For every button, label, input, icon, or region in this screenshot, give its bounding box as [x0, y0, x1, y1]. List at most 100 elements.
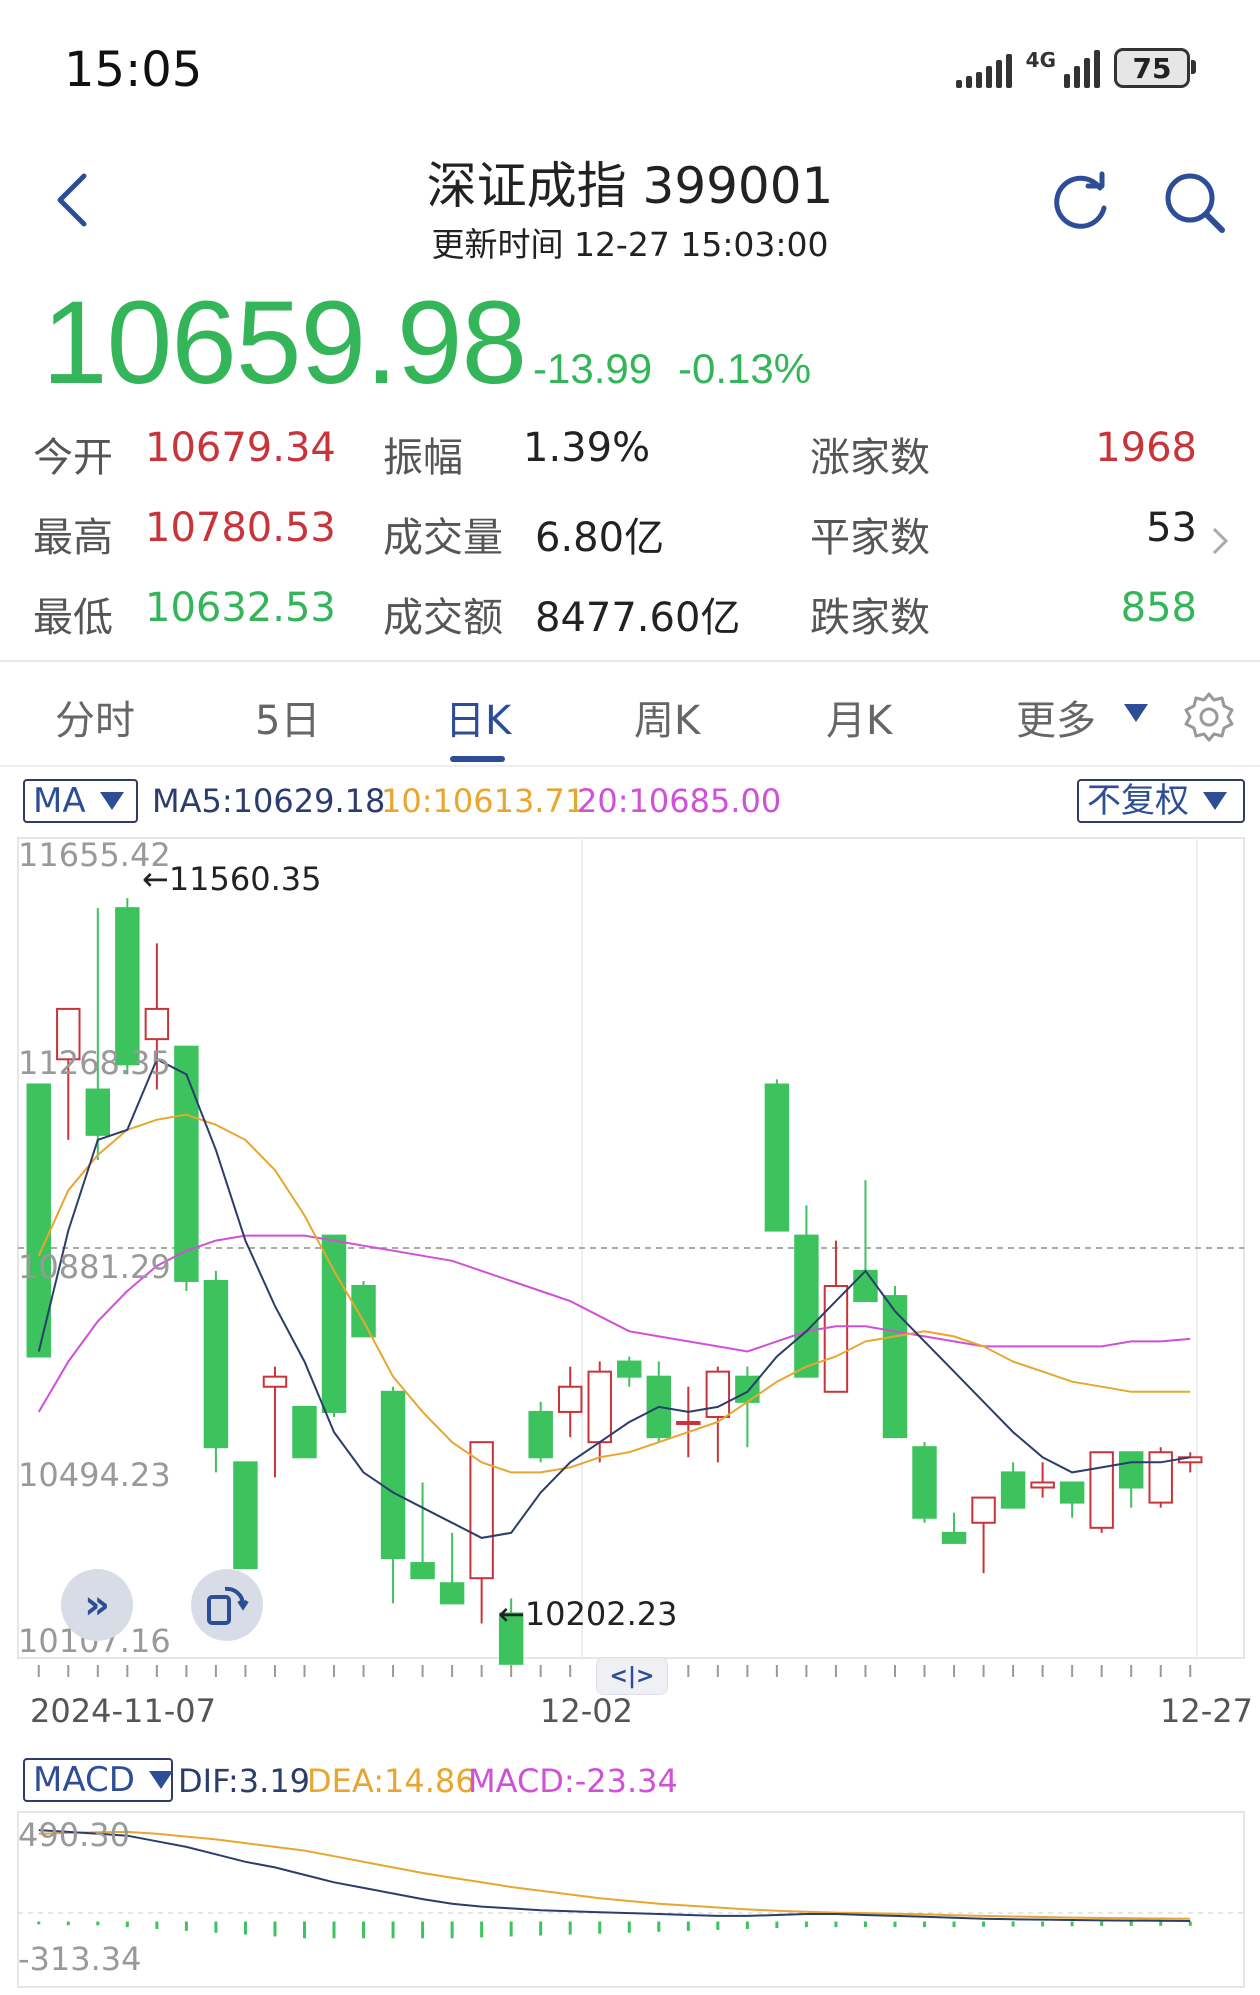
candle — [382, 1392, 404, 1558]
divider — [0, 660, 1260, 662]
high-value: 10780.53 — [145, 505, 336, 551]
candle — [618, 1362, 640, 1377]
price-change: -13.99 — [533, 345, 652, 393]
low-label: 最低 — [33, 585, 113, 643]
turnover-label: 成交额 — [383, 585, 503, 643]
dea-line — [39, 1832, 1190, 1919]
date-start: 2024-11-07 — [30, 1692, 216, 1730]
rotate-screen-icon — [205, 1583, 249, 1627]
candle — [972, 1498, 994, 1523]
down-count-label: 跌家数 — [810, 585, 930, 643]
y-label-4: 10494.23 — [18, 1456, 171, 1494]
candle — [795, 1236, 817, 1377]
search-icon[interactable] — [1162, 170, 1228, 236]
ma10-legend: 10:10613.71 — [381, 782, 585, 820]
network-label: 4G — [1026, 48, 1056, 72]
date-mid: 12-02 — [540, 1692, 633, 1730]
chart-scroll-handle[interactable]: <|> — [596, 1657, 668, 1695]
volume-value: 6.80亿 — [535, 505, 664, 563]
candle — [116, 908, 138, 1064]
adjust-select-label: 不复权 — [1087, 779, 1189, 823]
tab-daily-k[interactable]: 日K — [445, 688, 511, 746]
flat-count-value: 53 — [1146, 505, 1197, 551]
adjust-select[interactable]: 不复权 — [1077, 779, 1245, 823]
ma20-legend: 20:10685.00 — [577, 782, 781, 820]
candle — [529, 1412, 551, 1457]
macd-y-bottom: -313.34 — [18, 1940, 142, 1978]
macd-chart[interactable]: 490.30 -313.34 — [0, 1810, 1260, 1990]
battery-level: 75 — [1133, 52, 1172, 85]
fast-forward-button[interactable]: » — [61, 1569, 133, 1641]
candle — [175, 1047, 197, 1281]
current-price: 10659.98 — [42, 275, 526, 411]
chevron-down-icon — [149, 1771, 173, 1789]
candle — [736, 1377, 758, 1402]
amplitude-value: 1.39% — [523, 425, 650, 471]
chevron-down-icon — [1203, 792, 1227, 810]
candle — [441, 1583, 463, 1603]
volume-label: 成交量 — [383, 505, 503, 563]
candle — [1061, 1482, 1083, 1502]
open-value: 10679.34 — [145, 425, 336, 471]
candle — [707, 1372, 729, 1417]
dif-legend: DIF:3.19 — [178, 1762, 310, 1800]
candle — [205, 1281, 227, 1447]
status-time: 15:05 — [64, 42, 202, 98]
macd-select[interactable]: MACD — [23, 1758, 173, 1802]
stats-row-1: 今开 10679.34 振幅 1.39% 涨家数 1968 — [0, 425, 1260, 505]
ma-select[interactable]: MA — [23, 779, 138, 823]
candle — [264, 1377, 286, 1387]
date-end: 12-27 — [1160, 1692, 1253, 1730]
candle — [1031, 1482, 1053, 1487]
candle — [293, 1407, 315, 1457]
status-icons: 4G 75 — [956, 48, 1190, 88]
more-dropdown-icon[interactable] — [1124, 704, 1148, 722]
candle — [1002, 1472, 1024, 1507]
battery-icon: 75 — [1114, 48, 1190, 88]
chevron-down-icon — [100, 792, 124, 810]
kline-chart[interactable]: 11655.42 11268.35 10881.29 10494.23 1010… — [0, 830, 1260, 1680]
price-change-pct: -0.13% — [678, 345, 811, 393]
tab-intraday[interactable]: 分时 — [55, 688, 135, 746]
candle — [146, 1009, 168, 1039]
period-tabs: 分时 5日 日K 周K 月K 更多 — [0, 668, 1260, 768]
candle — [323, 1236, 345, 1412]
macd-select-label: MACD — [33, 1758, 135, 1802]
signal-4g-icon — [1064, 48, 1100, 88]
chevron-right-icon[interactable] — [1210, 523, 1230, 559]
signal-icon — [956, 48, 1012, 88]
double-chevron-icon: » — [84, 1582, 110, 1628]
dif-line — [39, 1830, 1190, 1921]
tab-more[interactable]: 更多 — [1016, 688, 1096, 746]
amplitude-label: 振幅 — [383, 425, 463, 483]
candle — [884, 1296, 906, 1437]
candle — [559, 1387, 581, 1412]
candle — [87, 1090, 109, 1135]
down-count-value: 858 — [1121, 585, 1197, 631]
candle — [589, 1372, 611, 1443]
tab-weekly-k[interactable]: 周K — [634, 688, 700, 746]
tab-5day[interactable]: 5日 — [255, 688, 320, 746]
settings-icon[interactable] — [1182, 690, 1236, 744]
macd-y-top: 490.30 — [18, 1816, 130, 1854]
candle — [913, 1447, 935, 1518]
open-label: 今开 — [33, 425, 113, 483]
flat-count-label: 平家数 — [810, 505, 930, 563]
rotate-button[interactable] — [191, 1569, 263, 1641]
candle — [943, 1533, 965, 1543]
candle — [352, 1286, 374, 1336]
dea-legend: DEA:14.86 — [307, 1762, 476, 1800]
macd-legend: MACD:-23.34 — [468, 1762, 678, 1800]
high-marker: ←11560.35 — [142, 860, 322, 898]
candle — [1090, 1452, 1112, 1528]
ma-select-label: MA — [33, 779, 86, 823]
refresh-icon[interactable] — [1050, 170, 1114, 234]
tab-monthly-k[interactable]: 月K — [826, 688, 892, 746]
stats-row-2[interactable]: 最高 10780.53 成交量 6.80亿 平家数 53 — [0, 505, 1260, 585]
divider — [0, 765, 1260, 767]
low-marker: ←10202.23 — [498, 1595, 678, 1633]
candle — [411, 1563, 433, 1578]
turnover-value: 8477.60亿 — [535, 585, 740, 643]
ma5-legend: MA5:10629.18 — [152, 782, 385, 820]
stats-row-3: 最低 10632.53 成交额 8477.60亿 跌家数 858 — [0, 585, 1260, 665]
